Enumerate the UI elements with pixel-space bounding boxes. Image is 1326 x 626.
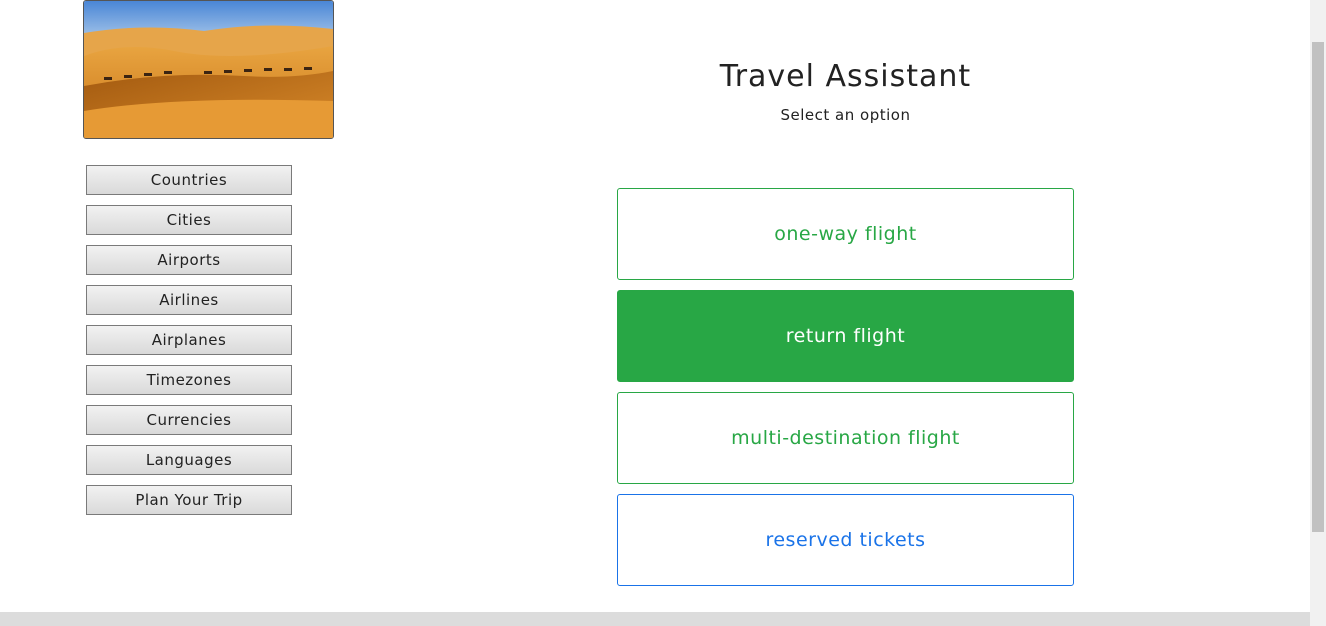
- sidebar-item-airports[interactable]: Airports: [86, 245, 292, 275]
- reserved-tickets-button[interactable]: reserved tickets: [617, 494, 1074, 586]
- header: Travel Assistant Select an option: [617, 58, 1074, 124]
- multi-destination-flight-button[interactable]: multi-destination flight: [617, 392, 1074, 484]
- page-subtitle: Select an option: [780, 106, 911, 124]
- vertical-scrollbar[interactable]: [1310, 0, 1326, 626]
- flight-options: one-way flight return flight multi-desti…: [617, 188, 1074, 596]
- page-title: Travel Assistant: [719, 59, 972, 94]
- sidebar-item-cities[interactable]: Cities: [86, 205, 292, 235]
- sidebar-item-airlines[interactable]: Airlines: [86, 285, 292, 315]
- banner-image: [83, 0, 334, 139]
- sidebar-item-plan-your-trip[interactable]: Plan Your Trip: [86, 485, 292, 515]
- return-flight-button[interactable]: return flight: [617, 290, 1074, 382]
- one-way-flight-button[interactable]: one-way flight: [617, 188, 1074, 280]
- sidebar-item-currencies[interactable]: Currencies: [86, 405, 292, 435]
- sidebar-item-languages[interactable]: Languages: [86, 445, 292, 475]
- desert-image: [84, 1, 333, 138]
- sidebar-item-timezones[interactable]: Timezones: [86, 365, 292, 395]
- sidebar-item-countries[interactable]: Countries: [86, 165, 292, 195]
- sidebar-nav: Countries Cities Airports Airlines Airpl…: [86, 165, 292, 525]
- vertical-scrollbar-thumb[interactable]: [1312, 42, 1324, 532]
- horizontal-scrollbar[interactable]: [0, 612, 1310, 626]
- sidebar-item-airplanes[interactable]: Airplanes: [86, 325, 292, 355]
- page: Countries Cities Airports Airlines Airpl…: [0, 0, 1326, 626]
